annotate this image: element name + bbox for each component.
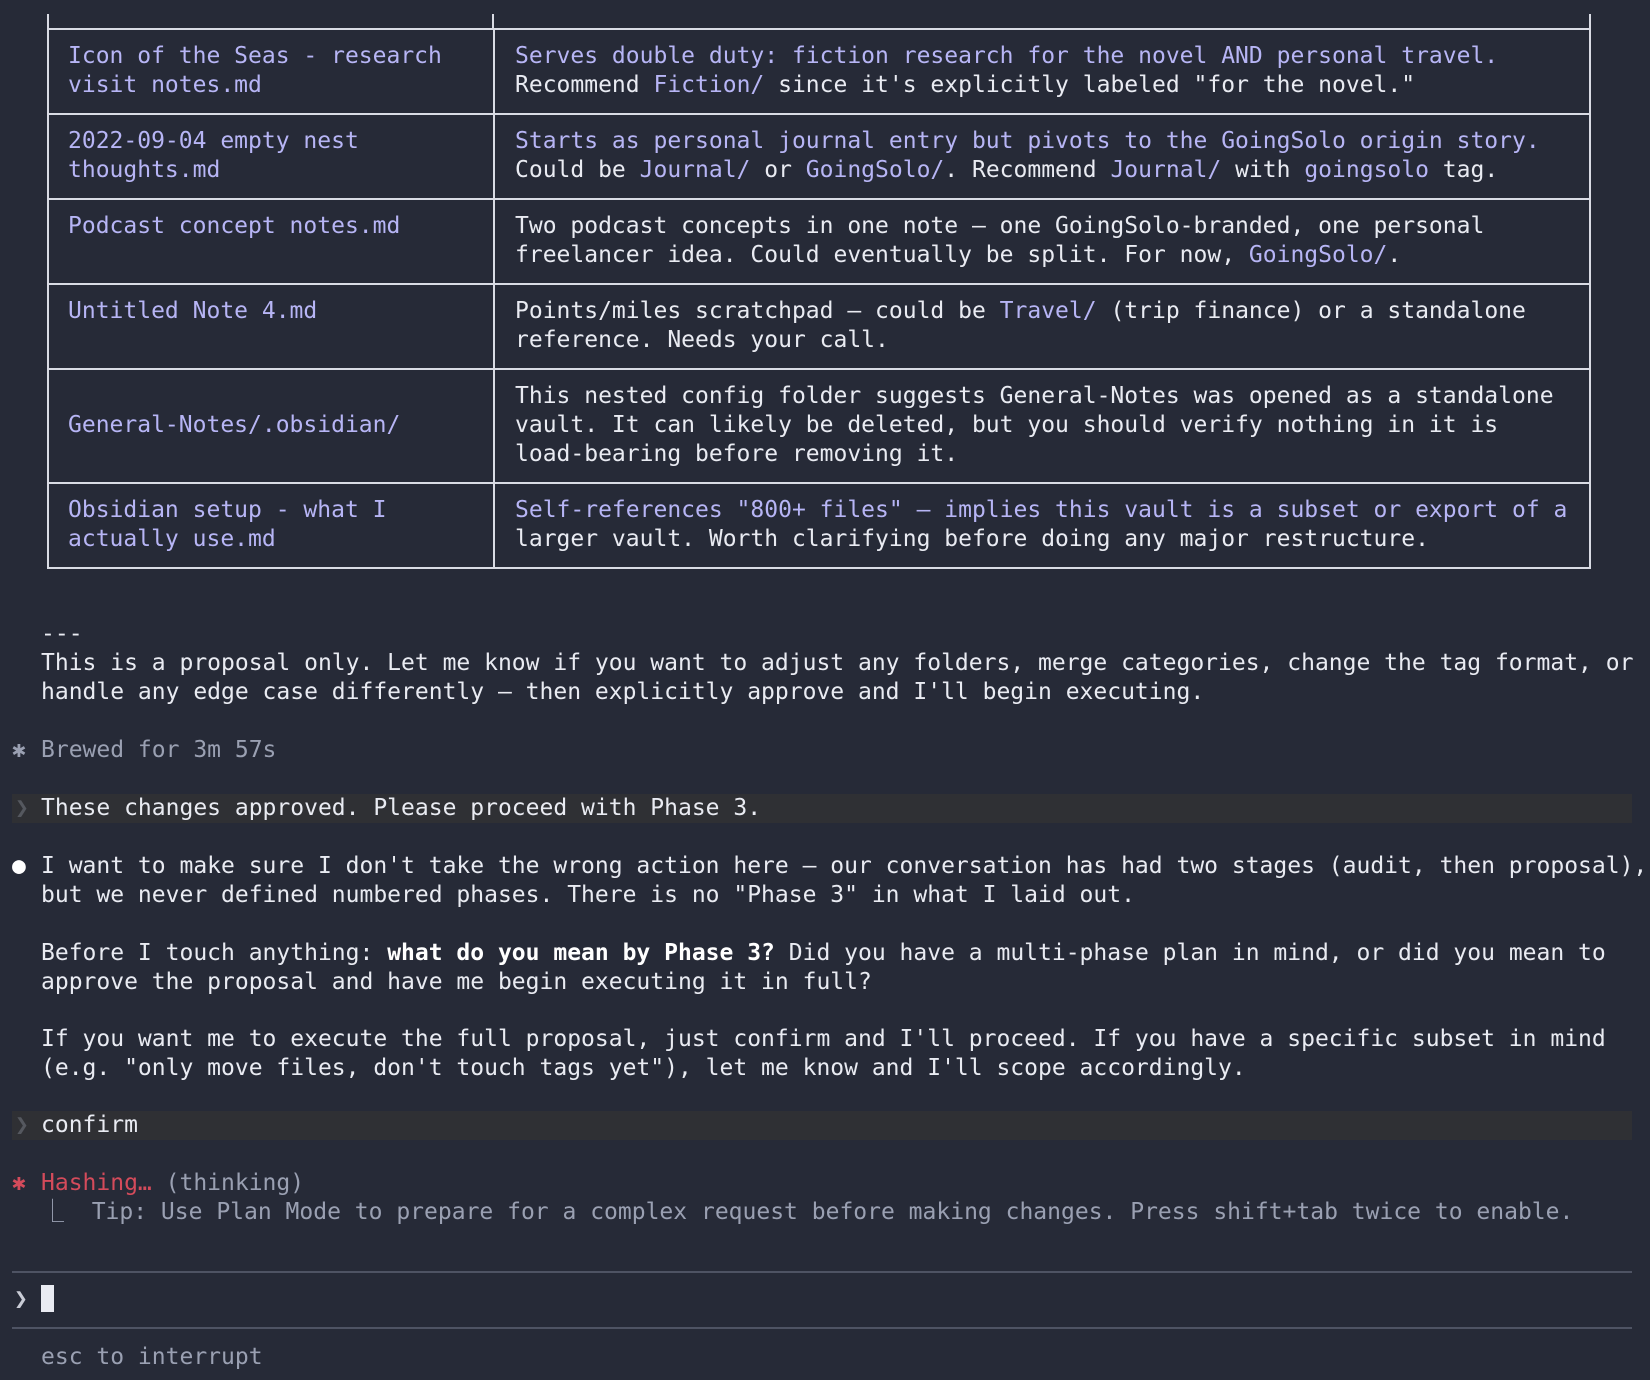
table-row: General-Notes/.obsidian/ This nested con… — [49, 370, 1589, 484]
file-name-cell: Untitled Note 4.md — [49, 285, 495, 368]
note-cell: Points/miles scratchpad — could be Trave… — [515, 298, 1526, 353]
chevron-right-icon: ❯ — [15, 795, 29, 821]
chevron-right-icon: ❯ — [15, 1112, 29, 1138]
table-row: Icon of the Seas - research visit notes.… — [49, 30, 1589, 115]
assistant-reply-p3: If you want me to execute the full propo… — [41, 1026, 1606, 1081]
input-bottom-border — [12, 1327, 1632, 1329]
file-name-cell: General-Notes/.obsidian/ — [49, 370, 495, 482]
input-top-border — [12, 1271, 1632, 1273]
edge-case-table: Icon of the Seas - research visit notes.… — [47, 14, 1591, 569]
asterisk-icon: ✱ — [12, 737, 26, 763]
bullet-icon: ● — [12, 853, 26, 879]
table-row: Obsidian setup - what I actually use.md … — [49, 484, 1589, 567]
assistant-reply-p1: I want to make sure I don't take the wro… — [41, 853, 1648, 908]
file-name-cell: Icon of the Seas - research visit notes.… — [49, 30, 495, 113]
table-row: 2022-09-04 empty nest thoughts.md Starts… — [49, 115, 1589, 200]
separator: --- — [41, 621, 83, 647]
prompt-input[interactable] — [41, 1285, 54, 1314]
note-cell: Two podcast concepts in one note — one G… — [515, 213, 1485, 268]
table-row: Podcast concept notes.md Two podcast con… — [49, 200, 1589, 285]
note-cell: This nested config folder suggests Gener… — [515, 383, 1554, 467]
file-name-cell: 2022-09-04 empty nest thoughts.md — [49, 115, 495, 198]
brewed-status: Brewed for 3m 57s — [41, 737, 277, 763]
note-cell: Self-references "800+ files" — implies t… — [515, 497, 1568, 552]
table-row: Untitled Note 4.md Points/miles scratchp… — [49, 285, 1589, 370]
user-message: ❯ confirm — [12, 1111, 1632, 1140]
table-top-border — [49, 14, 1589, 30]
assistant-reply-p2: Before I touch anything: what do you mea… — [41, 940, 1606, 995]
text-cursor — [41, 1285, 54, 1312]
user-message: ❯ These changes approved. Please proceed… — [12, 794, 1632, 823]
footer-hint: esc to interrupt — [41, 1344, 263, 1370]
prompt-icon: ❯ — [14, 1286, 28, 1312]
proposal-note: This is a proposal only. Let me know if … — [41, 650, 1634, 705]
tip-text: ⎿ Tip: Use Plan Mode to prepare for a co… — [41, 1199, 1574, 1225]
note-cell: Starts as personal journal entry but piv… — [515, 128, 1540, 183]
file-name-cell: Podcast concept notes.md — [49, 200, 495, 283]
spinner-icon: ✱ — [12, 1170, 26, 1196]
note-cell: Serves double duty: fiction research for… — [515, 43, 1499, 98]
terminal-window: Icon of the Seas - research visit notes.… — [0, 0, 1650, 1380]
thinking-status: Hashing… (thinking) — [41, 1170, 305, 1196]
file-name-cell: Obsidian setup - what I actually use.md — [49, 484, 495, 567]
